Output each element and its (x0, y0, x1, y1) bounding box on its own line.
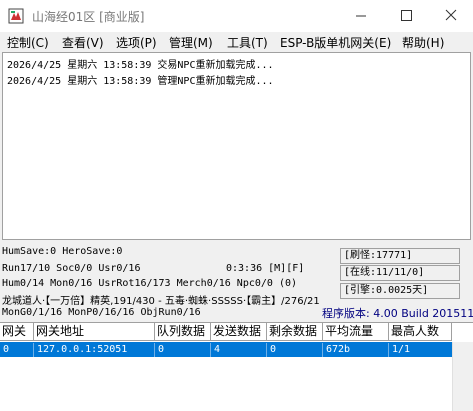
title-bar: 山海经01区 [商业版] (0, 0, 473, 32)
run-status: Run17/10 Soc0/0 Usr0/16 (2, 263, 141, 274)
table-cell: 0 (155, 343, 211, 357)
version-label: 程序版本: 4.00 Build 20151104 (322, 307, 473, 320)
app-icon (8, 8, 24, 24)
save-status: HumSave:0 HeroSave:0 (2, 246, 123, 257)
table-cell: 127.0.0.1:52051 (34, 343, 155, 357)
col-header-sent[interactable]: 发送数据 (211, 323, 267, 341)
close-icon (445, 9, 457, 21)
mon-status: MonG0/1/16 MonP0/16/16 ObjRun0/16 (2, 307, 201, 318)
engine-counter: [引擎:0.0025天] (340, 283, 460, 299)
menu-bar: 控制(C) 查看(V) 选项(P) 管理(M) 工具(T) ESP-B版单机网关… (0, 32, 473, 51)
vertical-scrollbar[interactable] (452, 342, 473, 411)
menu-options[interactable]: 选项(P) (116, 34, 157, 51)
menu-gateway[interactable]: ESP-B版单机网关(E) (280, 34, 391, 51)
table-cell: 1/1 (392, 344, 411, 355)
log-line: 2026/4/25 星期六 13:58:39 管理NPC重新加载完成... (7, 76, 274, 87)
col-header-gateway[interactable]: 网关 (0, 323, 34, 341)
uptime-status: 0:3:36 [M][F] (226, 263, 305, 274)
gateway-table: 网关 网关地址 队列数据 发送数据 剩余数据 平均流量 最高人数 0 127.0… (0, 322, 473, 411)
table-cell: 0 (267, 343, 323, 357)
log-panel[interactable]: 2026/4/25 星期六 13:58:39 交易NPC重新加载完成... 20… (2, 52, 471, 240)
col-header-max-users[interactable]: 最高人数 (389, 323, 452, 341)
refresh-counter: [刷怪:17771] (340, 248, 460, 264)
minimize-button[interactable] (338, 0, 383, 32)
table-cell: 672b (323, 343, 389, 357)
maximize-icon (401, 10, 412, 21)
maximize-button[interactable] (383, 0, 428, 32)
col-header-avg-traffic[interactable]: 平均流量 (323, 323, 389, 341)
menu-tools[interactable]: 工具(T) (227, 34, 268, 51)
log-line: 2026/4/25 星期六 13:58:39 交易NPC重新加载完成... (7, 60, 274, 71)
message-status: 龙城道人·【一万倍】精英,191/430 - 五毒·蜘蛛·SSSSS·【霸主】/… (2, 296, 320, 307)
col-header-remaining[interactable]: 剩余数据 (267, 323, 323, 341)
table-cell: 0 (0, 343, 34, 357)
minimize-icon (356, 15, 366, 17)
close-button[interactable] (428, 0, 473, 32)
hum-status: Hum0/14 Mon0/16 UsrRot16/173 Merch0/16 N… (2, 278, 298, 289)
menu-control[interactable]: 控制(C) (7, 34, 49, 51)
menu-manage[interactable]: 管理(M) (169, 34, 213, 51)
table-cell: 4 (211, 343, 267, 357)
menu-view[interactable]: 查看(V) (62, 34, 104, 51)
col-header-queue[interactable]: 队列数据 (155, 323, 211, 341)
online-counter: [在线:11/11/0] (340, 265, 460, 281)
window-title: 山海经01区 [商业版] (32, 10, 145, 24)
col-header-address[interactable]: 网关地址 (34, 323, 155, 341)
menu-help[interactable]: 帮助(H) (402, 34, 444, 51)
